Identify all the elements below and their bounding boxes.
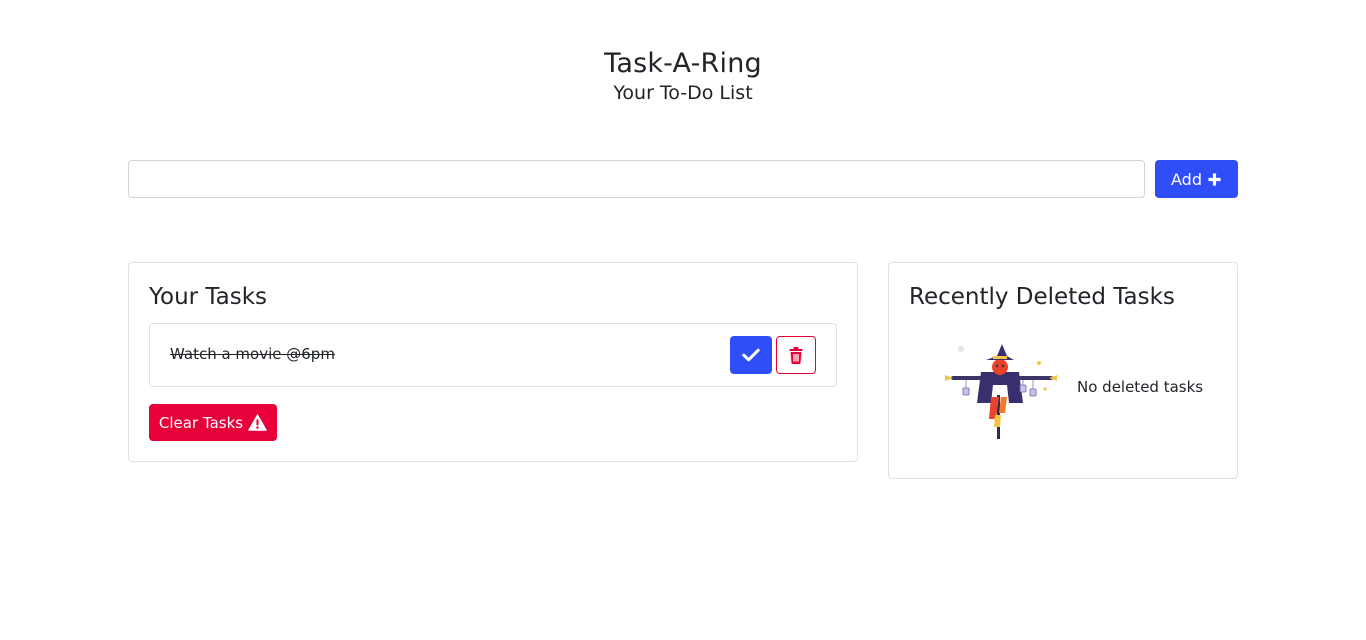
add-button-label: Add bbox=[1171, 169, 1202, 189]
app-subtitle: Your To-Do List bbox=[613, 82, 753, 104]
tasks-title: Your Tasks bbox=[149, 284, 268, 310]
scarecrow-illustration bbox=[945, 344, 1057, 439]
tasks-card: Your Tasks Watch a movie @6pm Clear Task… bbox=[128, 262, 858, 462]
complete-task-button[interactable] bbox=[730, 336, 772, 374]
warning-icon bbox=[248, 414, 267, 431]
trash-icon bbox=[789, 346, 803, 364]
plus-icon bbox=[1208, 172, 1221, 186]
check-icon bbox=[742, 348, 760, 362]
delete-task-button[interactable] bbox=[776, 336, 816, 374]
task-text: Watch a movie @6pm bbox=[170, 345, 335, 363]
add-button[interactable]: Add bbox=[1155, 160, 1238, 198]
page-header: Task-A-Ring Your To-Do List bbox=[0, 44, 1366, 106]
deleted-tasks-card: Recently Deleted Tasks No deleted tasks bbox=[888, 262, 1238, 479]
deleted-tasks-title: Recently Deleted Tasks bbox=[909, 284, 1175, 310]
task-input[interactable] bbox=[128, 160, 1145, 198]
task-item: Watch a movie @6pm bbox=[149, 323, 837, 387]
app-title: Task-A-Ring bbox=[604, 48, 762, 79]
clear-tasks-label: Clear Tasks bbox=[158, 413, 244, 432]
no-deleted-tasks-text: No deleted tasks bbox=[1077, 378, 1204, 396]
clear-tasks-button[interactable]: Clear Tasks bbox=[149, 404, 277, 441]
